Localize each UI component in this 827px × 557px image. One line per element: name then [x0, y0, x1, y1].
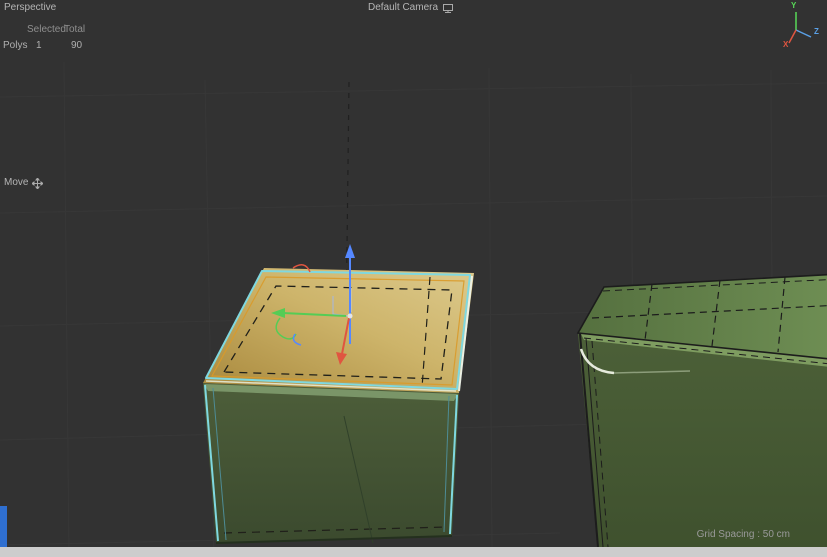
orientation-gizmo[interactable]	[788, 12, 812, 44]
selected-box[interactable]	[203, 268, 474, 544]
selected-box-front-face[interactable]	[203, 383, 459, 543]
bottom-panel-strip	[0, 547, 827, 557]
viewport-3d[interactable]: Perspective Default Camera Selected Tota…	[0, 0, 827, 557]
axis-y-label[interactable]: Y	[791, 1, 796, 10]
scene-canvas[interactable]	[0, 0, 827, 557]
view-mode-label[interactable]: Perspective	[4, 2, 56, 14]
stats-polys-total-count: 90	[71, 40, 83, 51]
move-tool-icon	[31, 176, 45, 190]
camera-selector[interactable]: Default Camera	[368, 2, 455, 14]
selected-box-top-face[interactable]	[203, 268, 474, 393]
stats-header-selected: Selected	[27, 24, 66, 35]
gizmo-center-handle[interactable]	[347, 313, 353, 319]
active-tool-name: Move	[4, 177, 29, 188]
camera-icon[interactable]	[443, 3, 455, 13]
stats-polys-selected-count: 1	[36, 40, 42, 51]
unselected-box-front-face[interactable]	[578, 334, 827, 547]
axis-x-label[interactable]: X	[783, 40, 788, 49]
blue-edge-marker	[0, 506, 7, 547]
axis-z-label[interactable]: Z	[814, 27, 819, 36]
grid-spacing-label: Grid Spacing : 50 cm	[696, 529, 790, 540]
unselected-box[interactable]	[576, 273, 827, 548]
stats-header-total: Total	[64, 24, 86, 35]
active-tool-indicator: Move	[4, 176, 45, 190]
stats-row-label: Polys	[3, 40, 28, 51]
camera-name[interactable]: Default Camera	[368, 2, 438, 14]
